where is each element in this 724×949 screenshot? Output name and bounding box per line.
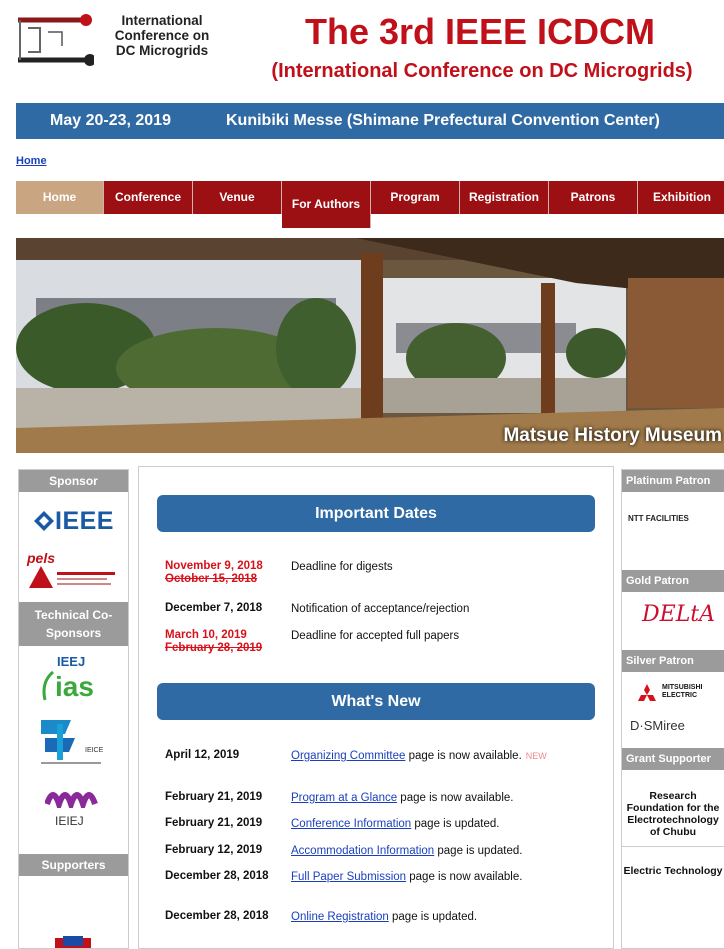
news-date: December 28, 2018 [165, 870, 269, 882]
grant-supporter-name[interactable]: Research Foundation for the Electrotechn… [622, 770, 724, 838]
important-dates-heading: Important Dates [157, 495, 595, 532]
date-desc: Deadline for digests [291, 561, 393, 573]
logo-line-3: DC Microgrids [115, 43, 209, 58]
ieice-icon: IEICE [41, 720, 104, 764]
news-text: page is updated. [411, 818, 500, 830]
pels-graphic-icon [29, 566, 115, 588]
ieee-logo[interactable]: IEEE [19, 506, 128, 535]
news-date: December 28, 2018 [165, 910, 269, 922]
nav-venue[interactable]: Venue [193, 181, 282, 214]
news-link[interactable]: Program at a Glance [291, 792, 397, 804]
museum-photo [16, 238, 724, 453]
grant-supporter-heading: Grant Supporter [622, 748, 724, 770]
main-nav: Home Conference Venue For Authors Progra… [16, 181, 724, 228]
nav-registration[interactable]: Registration [460, 181, 549, 214]
nav-exhibition[interactable]: Exhibition [638, 181, 724, 214]
mitsubishi-diamonds-icon [638, 684, 656, 701]
svg-text:ias: ias [55, 671, 94, 702]
news-text: page is now available. [406, 871, 523, 883]
ntt-logo[interactable]: NTT FACILITIES [622, 492, 724, 570]
page-subtitle: (International Conference on DC Microgri… [271, 60, 693, 82]
logo-line-2: Conference on [114, 28, 210, 43]
date-desc: Deadline for accepted full papers [291, 630, 460, 642]
ieiej-waves-icon [45, 792, 98, 808]
svg-text:IEEJ: IEEJ [57, 654, 85, 669]
old-deadline: February 28, 2019 [165, 642, 263, 654]
mitsubishi-text: MITSUBISHI ELECTRIC [662, 684, 703, 699]
new-deadline: November 9, 2018 [165, 560, 263, 572]
ieej-ias-icon: IEEJ ias [42, 654, 94, 702]
ieee-diamond-icon [34, 511, 54, 531]
page-title: The 3rd IEEE ICDCM [304, 11, 656, 52]
mitsubishi-logo[interactable]: MITSUBISHI ELECTRIC D·SMiree [622, 672, 724, 748]
news-link[interactable]: Accommodation Information [291, 845, 434, 857]
hero-image: Matsue History Museum [16, 238, 724, 453]
news-link[interactable]: Organizing Committee [291, 750, 405, 762]
supporter-emblem-icon [55, 936, 91, 948]
news-date: April 12, 2019 [165, 749, 240, 761]
sponsor-sidebar: Sponsor IEEE pels Technical Co-Sponsors … [18, 469, 129, 949]
news-text: page is now available. [397, 792, 514, 804]
date-desc: Notification of acceptance/rejection [291, 603, 470, 615]
new-deadline: March 10, 2019 [165, 629, 247, 641]
ieiej-logo[interactable]: IEIEJ [19, 780, 128, 844]
nav-home[interactable]: Home [16, 181, 104, 214]
old-deadline: October 15, 2018 [165, 573, 258, 585]
gold-patron-heading: Gold Patron [622, 570, 724, 592]
news-date: February 12, 2019 [165, 844, 263, 856]
news-text: page is updated. [434, 845, 523, 857]
nav-conference[interactable]: Conference [104, 181, 193, 214]
circuit-logo-icon [18, 14, 94, 66]
news-link[interactable]: Full Paper Submission [291, 871, 406, 883]
main-content: Important Dates November 9, 2018 October… [138, 466, 614, 949]
news-link[interactable]: Online Registration [291, 911, 389, 923]
deadline: December 7, 2018 [165, 602, 263, 614]
delta-logo[interactable]: DELtA [622, 592, 724, 650]
ieej-ias-logo[interactable]: IEEJ ias [19, 646, 128, 708]
ieee-text: IEEE [55, 506, 114, 535]
nav-patrons[interactable]: Patrons [549, 181, 638, 214]
platinum-patron-heading: Platinum Patron [622, 470, 724, 492]
nav-for-authors[interactable]: For Authors [282, 181, 371, 228]
ieice-logo[interactable]: IEICE [19, 708, 128, 780]
site-header: International Conference on DC Microgrid… [0, 0, 724, 98]
sponsor-heading: Sponsor [19, 470, 128, 492]
ntt-text: NTT FACILITIES [628, 514, 689, 523]
whats-new-heading: What's New [157, 683, 595, 720]
new-badge: NEW [525, 751, 547, 761]
pels-logo[interactable]: pels [27, 550, 128, 590]
ieiej-text: IEIEJ [55, 814, 84, 828]
electric-technology-text[interactable]: Electric Technology [622, 846, 724, 877]
supporters-heading: Supporters [19, 854, 128, 876]
tech-cosponsors-heading: Technical Co-Sponsors [19, 602, 128, 646]
patron-sidebar: Platinum Patron NTT FACILITIES Gold Patr… [621, 469, 724, 949]
dsmiree-text: D·SMiree [630, 718, 685, 733]
breadcrumb-home[interactable]: Home [16, 155, 47, 167]
news-text: page is updated. [388, 911, 478, 923]
conference-dates: May 20-23, 2019 [50, 112, 171, 129]
icdcm-logo[interactable]: International Conference on DC Microgrid… [14, 10, 234, 72]
news-date: February 21, 2019 [165, 817, 263, 829]
hero-caption: Matsue History Museum [503, 425, 722, 446]
news-link[interactable]: Conference Information [291, 818, 411, 830]
news-text: page is now available. [405, 750, 522, 762]
news-date: February 21, 2019 [165, 791, 263, 803]
delta-text: DELtA [642, 602, 716, 627]
logo-line-1: International [121, 13, 203, 28]
svg-text:IEICE: IEICE [85, 747, 104, 754]
conference-venue: Kunibiki Messe (Shimane Prefectural Conv… [226, 112, 660, 129]
nav-program[interactable]: Program [371, 181, 460, 214]
silver-patron-heading: Silver Patron [622, 650, 724, 672]
date-venue-bar: May 20-23, 2019 Kunibiki Messe (Shimane … [16, 103, 724, 139]
